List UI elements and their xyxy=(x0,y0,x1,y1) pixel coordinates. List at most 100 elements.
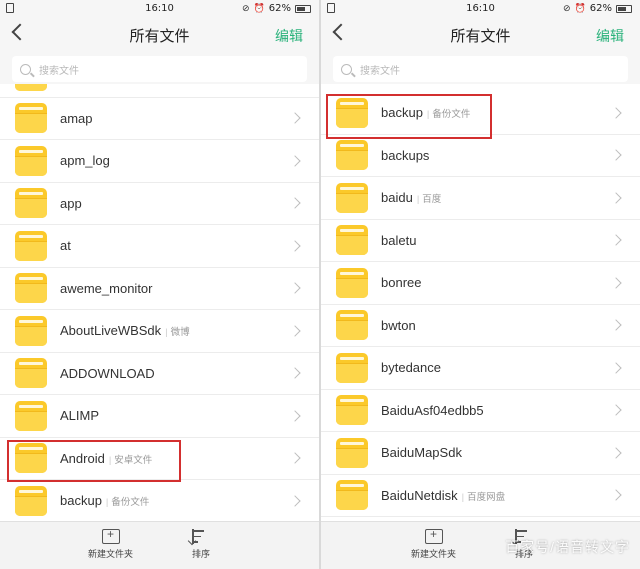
file-list[interactable]: backup备份文件 backups baidu百度 baletu bonree… xyxy=(321,84,640,521)
new-folder-button[interactable]: 新建文件夹 xyxy=(88,527,134,560)
file-tag: 百度 xyxy=(417,194,441,205)
file-name: at xyxy=(60,238,71,254)
mute-icon: ⊘ xyxy=(242,3,250,14)
search-icon xyxy=(20,63,31,75)
chevron-right-icon xyxy=(289,325,301,337)
file-name: bytedance xyxy=(381,360,441,376)
file-row[interactable]: bonree xyxy=(321,262,640,305)
file-row[interactable]: baidu百度 xyxy=(321,177,640,220)
chevron-right-icon xyxy=(610,319,622,331)
file-name: BaiduAsf04edbb5 xyxy=(381,402,484,418)
folder-icon xyxy=(15,230,47,261)
watermark-text: 百家号/语音转文字 xyxy=(505,539,630,555)
folder-icon xyxy=(336,310,368,341)
file-row[interactable]: backup备份文件 xyxy=(0,480,319,521)
chevron-right-icon xyxy=(289,367,301,379)
battery-icon xyxy=(616,4,632,13)
folder-icon xyxy=(15,358,47,389)
sort-button[interactable]: 排序 xyxy=(192,529,210,560)
new-folder-button[interactable]: 新建文件夹 xyxy=(411,527,457,560)
chevron-right-icon xyxy=(289,197,301,209)
file-name: aweme_monitor xyxy=(60,280,153,296)
edit-button[interactable]: 编辑 xyxy=(275,26,303,46)
battery-icon xyxy=(295,4,311,13)
file-row[interactable]: aweme_monitor xyxy=(0,267,319,310)
new-folder-label: 新建文件夹 xyxy=(411,549,457,559)
sort-icon xyxy=(192,529,210,544)
folder-icon xyxy=(336,182,368,213)
file-name: apm_log xyxy=(60,153,110,169)
new-folder-icon xyxy=(424,527,443,544)
file-row[interactable]: BaiduNetdisk百度网盘 xyxy=(321,474,640,517)
left-screen: 16:10 ⊘ ⏰ 62% 所有文件 编辑 搜索文件 alipay amap a… xyxy=(0,0,319,569)
status-right: ⊘ ⏰ 62% xyxy=(563,3,632,14)
edit-button[interactable]: 编辑 xyxy=(596,26,624,46)
battery-percent: 62% xyxy=(589,3,612,14)
sort-label: 排序 xyxy=(192,549,211,559)
search-input[interactable]: 搜索文件 xyxy=(333,56,628,82)
search-placeholder: 搜索文件 xyxy=(39,65,79,77)
folder-icon xyxy=(336,225,368,256)
file-name: BaiduNetdisk百度网盘 xyxy=(381,488,505,503)
title-bar: 所有文件 编辑 xyxy=(0,18,319,52)
file-row[interactable]: ALIMP xyxy=(0,395,319,438)
title-bar: 所有文件 编辑 xyxy=(321,18,640,52)
status-bar: 16:10 ⊘ ⏰ 62% xyxy=(0,0,319,18)
chevron-right-icon xyxy=(289,495,301,507)
file-name: amap xyxy=(60,110,93,126)
file-tag: 百度网盘 xyxy=(462,492,505,503)
new-folder-label: 新建文件夹 xyxy=(88,549,134,559)
alarm-icon: ⏰ xyxy=(253,3,265,14)
file-name: backup备份文件 xyxy=(60,493,149,508)
folder-icon xyxy=(15,273,47,304)
file-row[interactable]: AboutLiveWBSdk微博 xyxy=(0,310,319,353)
file-row[interactable]: amap xyxy=(0,97,319,140)
file-row[interactable]: BaiduMapSdk xyxy=(321,432,640,475)
file-row[interactable]: apm_log xyxy=(0,140,319,183)
file-name: baletu xyxy=(381,232,417,248)
file-row[interactable]: bytedance xyxy=(321,347,640,390)
folder-icon xyxy=(336,395,368,426)
folder-icon xyxy=(336,267,368,298)
chevron-right-icon xyxy=(289,410,301,422)
battery-percent: 62% xyxy=(268,3,291,14)
search-input[interactable]: 搜索文件 xyxy=(12,56,307,82)
file-row[interactable]: bwton xyxy=(321,304,640,347)
file-row[interactable]: alipay xyxy=(0,84,319,98)
folder-icon xyxy=(15,400,47,431)
chevron-right-icon xyxy=(610,277,622,289)
right-screen: 16:10 ⊘ ⏰ 62% 所有文件 编辑 搜索文件 backup备份文件 ba… xyxy=(321,0,640,569)
chevron-right-icon xyxy=(289,155,301,167)
file-row[interactable]: at xyxy=(0,225,319,268)
new-folder-icon xyxy=(101,527,120,544)
chevron-right-icon xyxy=(289,282,301,294)
file-row[interactable]: backups xyxy=(321,134,640,177)
folder-icon xyxy=(15,315,47,346)
search-icon xyxy=(341,63,352,75)
file-name: AboutLiveWBSdk微博 xyxy=(60,323,190,338)
file-name: baidu百度 xyxy=(381,190,441,205)
file-row[interactable]: baletu xyxy=(321,219,640,262)
file-name: bonree xyxy=(381,275,422,291)
file-row[interactable]: app xyxy=(0,182,319,225)
file-list[interactable]: alipay amap apm_log app at aweme_monitor xyxy=(0,84,319,521)
folder-icon xyxy=(336,437,368,468)
file-tag: 备份文件 xyxy=(106,497,149,508)
page-title: 所有文件 xyxy=(450,28,511,45)
folder-icon xyxy=(336,140,368,171)
file-name: BaiduMapSdk xyxy=(381,445,462,461)
chevron-right-icon xyxy=(289,240,301,252)
chevron-right-icon xyxy=(610,149,622,161)
highlight-box xyxy=(7,440,181,482)
chevron-right-icon xyxy=(610,404,622,416)
folder-icon xyxy=(15,84,47,91)
file-row[interactable]: BaiduAsf04edbb5 xyxy=(321,389,640,432)
chevron-right-icon xyxy=(610,192,622,204)
status-bar: 16:10 ⊘ ⏰ 62% xyxy=(321,0,640,18)
search-placeholder: 搜索文件 xyxy=(360,65,400,77)
file-name: backups xyxy=(381,147,430,163)
file-row[interactable]: ADDOWNLOAD xyxy=(0,352,319,395)
file-name: app xyxy=(60,195,82,211)
file-tag: 微博 xyxy=(165,327,189,338)
bottom-toolbar: 新建文件夹 排序 xyxy=(0,521,319,569)
